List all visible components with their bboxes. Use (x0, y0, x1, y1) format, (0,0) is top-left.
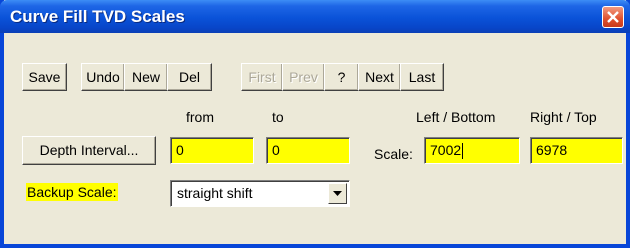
close-icon (607, 11, 619, 23)
dialog-window: Curve Fill TVD Scales Save Undo New Del … (0, 0, 630, 248)
left-bottom-label: Left / Bottom (416, 109, 496, 125)
scale-label: Scale: (374, 146, 413, 162)
new-button[interactable]: New (124, 63, 168, 91)
save-button[interactable]: Save (22, 63, 67, 91)
help-button[interactable]: ? (324, 63, 359, 91)
right-top-label: Right / Top (530, 109, 597, 125)
dropdown-button[interactable] (328, 183, 347, 204)
backup-scale-value: straight shift (177, 185, 253, 201)
depth-from-field[interactable]: 0 (170, 137, 254, 164)
scale-left-value: 7002 (430, 142, 462, 158)
prev-button[interactable]: Prev (282, 63, 325, 91)
window-title: Curve Fill TVD Scales (10, 7, 185, 26)
backup-scale-label: Backup Scale: (26, 183, 118, 201)
backup-scale-select[interactable]: straight shift (170, 180, 350, 207)
to-label: to (272, 109, 284, 125)
first-button[interactable]: First (241, 63, 283, 91)
del-button[interactable]: Del (167, 63, 212, 91)
scale-right-top-field[interactable]: 6978 (530, 137, 623, 164)
last-button[interactable]: Last (400, 63, 444, 91)
chevron-down-icon (333, 191, 342, 196)
scale-left-bottom-field[interactable]: 7002 (424, 137, 520, 164)
close-button[interactable] (602, 6, 624, 28)
depth-interval-button[interactable]: Depth Interval... (22, 136, 156, 165)
next-button[interactable]: Next (358, 63, 401, 91)
undo-button[interactable]: Undo (81, 63, 125, 91)
title-bar[interactable]: Curve Fill TVD Scales (0, 0, 630, 33)
text-caret (462, 143, 464, 160)
from-label: from (186, 109, 214, 125)
depth-to-field[interactable]: 0 (266, 137, 350, 164)
